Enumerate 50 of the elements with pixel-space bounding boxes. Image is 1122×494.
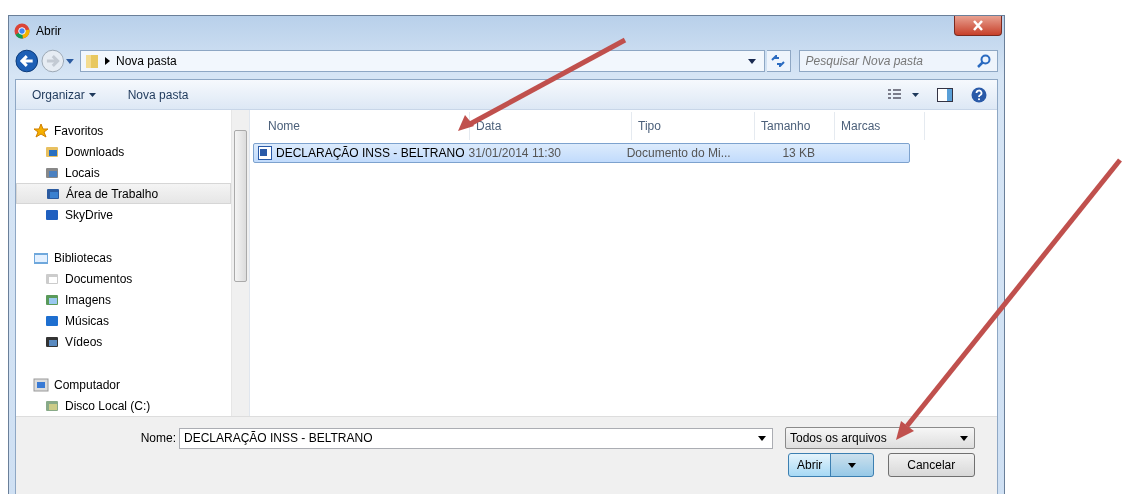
table-cell: 31/01/2014 11:30 [468,146,561,160]
chevron-icon [105,57,110,65]
sidebar-item[interactable]: Músicas [16,310,231,331]
caret-icon [960,435,968,441]
open-button[interactable]: Abrir [788,453,874,477]
dropdown-icon[interactable] [748,58,756,64]
column-header[interactable]: Tamanho [755,112,835,140]
search-icon [977,54,991,68]
preview-pane-icon[interactable] [937,87,953,102]
sidebar-item[interactable]: Bibliotecas [16,247,231,268]
field-label: Nome: [139,431,177,445]
window-title: Abrir [36,24,62,38]
caret-icon [847,462,856,468]
back-button[interactable] [15,49,39,73]
file-name: DECLARAÇÃO INSS - BELTRANO [276,146,465,160]
sidebar-item[interactable]: Downloads [16,141,231,162]
sidebar-item[interactable]: Área de Trabalho [16,183,231,204]
view-options-icon[interactable] [887,88,919,101]
cancel-button[interactable]: Cancelar [887,453,975,477]
sidebar-item[interactable]: Imagens [16,289,231,310]
file-row[interactable]: DECLARAÇÃO INSS - BELTRANO 31/01/2014 11:30 Documento do Mi... 13 KB [253,143,910,163]
search-field[interactable]: Pesquisar Nova pasta [798,50,998,72]
scrollbar[interactable] [231,110,249,416]
refresh-button[interactable] [767,50,791,72]
sidebar-item[interactable]: Favoritos [16,120,231,141]
filename-field[interactable]: DECLARAÇÃO INSS - BELTRANO [179,427,773,449]
table-cell: Documento do Mi... [626,146,731,160]
caret-icon[interactable] [758,435,766,441]
close-button[interactable] [954,16,1002,36]
caret-icon [88,92,96,97]
sidebar-item[interactable]: SkyDrive [16,204,231,225]
path-segment[interactable]: Nova pasta [116,54,177,68]
document-icon [258,146,272,160]
star-icon [33,122,49,139]
table-cell: 13 KB [782,146,816,160]
file-type-dropdown[interactable]: Todos os arquivos [785,427,975,449]
computer-icon [33,376,49,393]
sidebar-item[interactable]: Vídeos [16,331,231,352]
column-header[interactable]: Tipo [632,112,755,140]
sidebar-item[interactable]: Locais [16,162,231,183]
toolbar-button[interactable]: Nova pasta [121,84,195,105]
sidebar-item[interactable]: Disco Local (C:) [16,395,231,416]
sidebar-item[interactable]: Computador [16,374,231,395]
help-icon[interactable] [971,86,987,103]
refresh-icon [771,55,786,67]
browser-icon [14,23,30,39]
toolbar-button[interactable]: Organizar [26,84,102,105]
sidebar-item[interactable]: Documentos [16,268,231,289]
column-header[interactable]: Marcas [835,112,925,140]
address-bar[interactable]: Nova pasta [80,50,765,72]
